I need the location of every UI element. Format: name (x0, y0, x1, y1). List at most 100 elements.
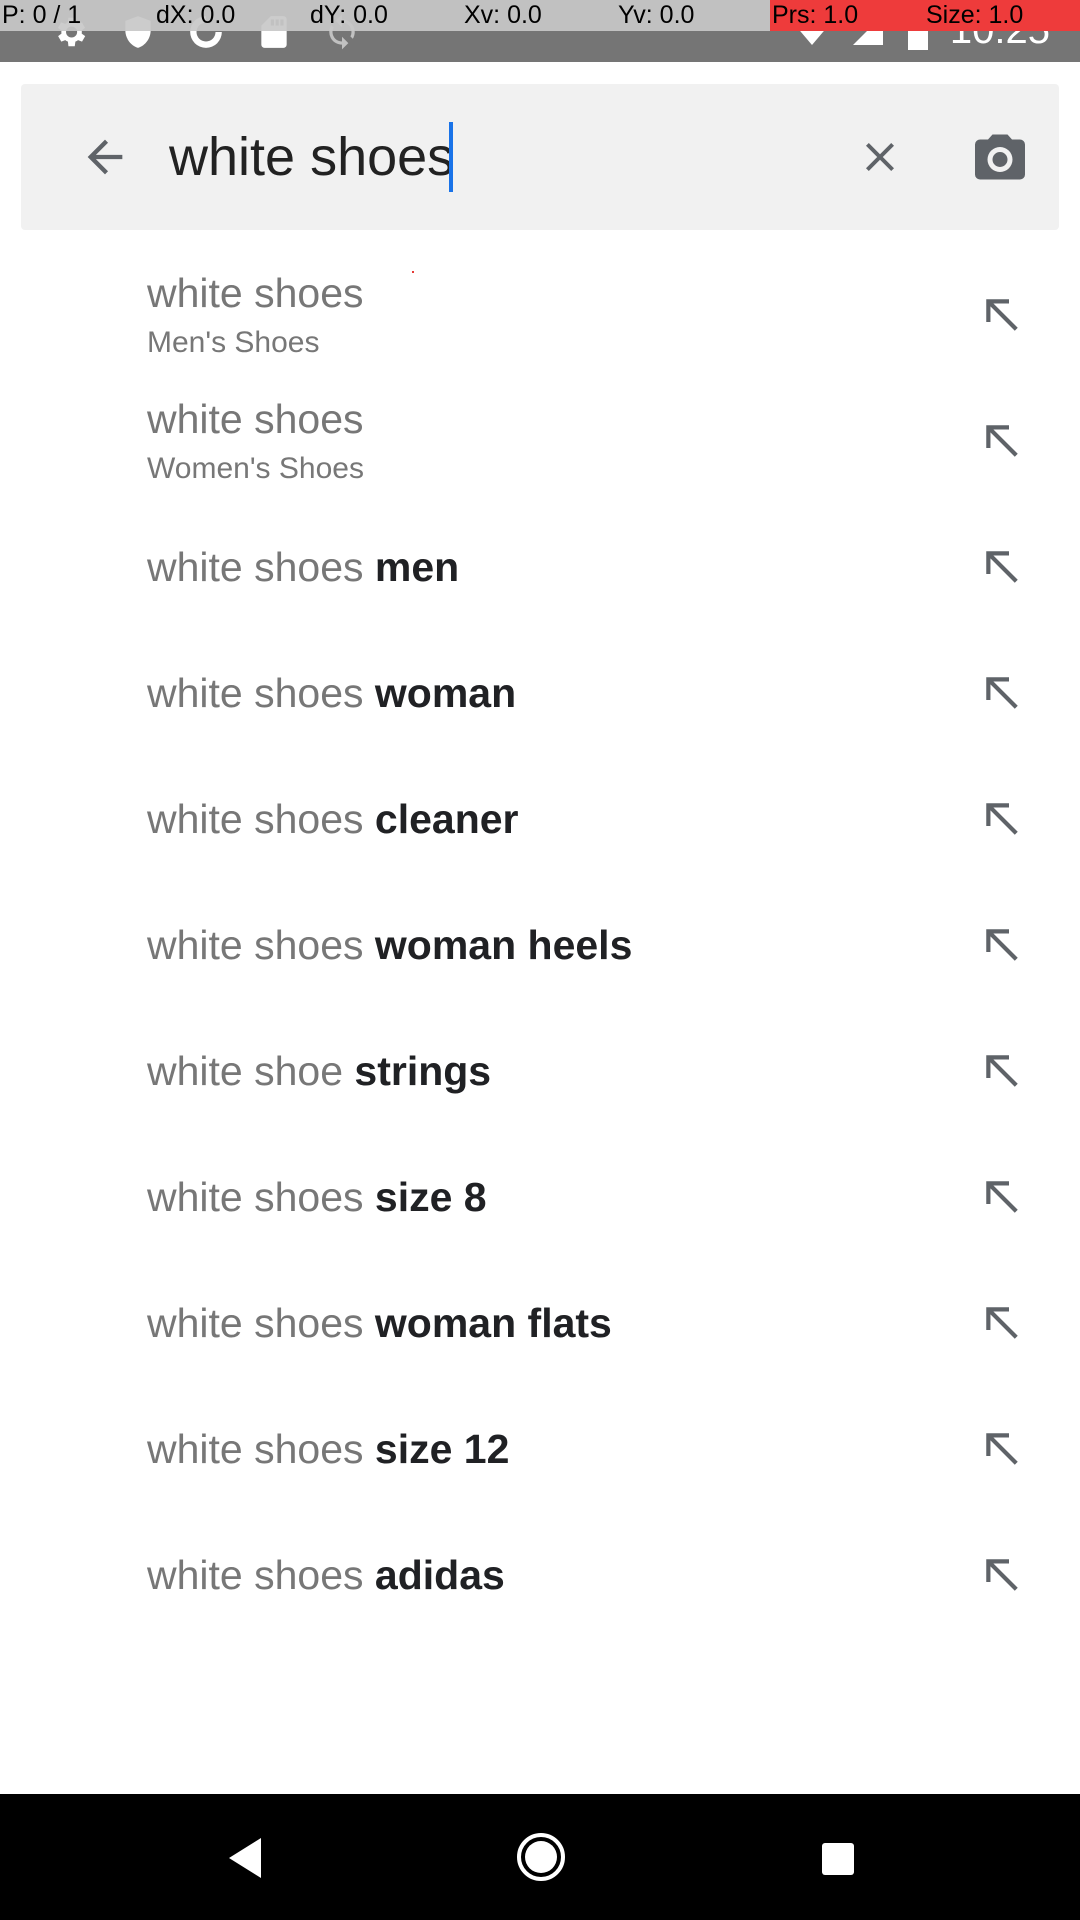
suggestion-primary-text: white shoes (147, 270, 364, 316)
text-cursor (449, 122, 453, 192)
suggestion-item[interactable]: white shoes woman (0, 630, 1080, 756)
suggestion-item[interactable]: white shoes Men's Shoes (0, 252, 1080, 378)
suggestion-item[interactable]: white shoes woman flats (0, 1260, 1080, 1386)
suggestion-query-part: white shoe (147, 1048, 355, 1094)
nav-back-icon (229, 1838, 261, 1878)
suggestion-text: white shoes cleaner (147, 756, 907, 882)
suggestion-completion-part: woman heels (374, 922, 633, 968)
fill-query-button[interactable] (972, 1041, 1032, 1101)
arrow-up-left-icon (986, 803, 1018, 835)
overlay-pressure: Prs: 1.0 (770, 0, 924, 31)
suggestion-query-part: white shoes (147, 1300, 375, 1346)
suggestion-primary-text: white shoes cleaner (147, 756, 519, 882)
suggestion-query-part: white shoes (147, 922, 375, 968)
suggestion-list: white shoes Men's Shoes white shoes Women's… (0, 252, 1080, 1638)
camera-icon (975, 134, 1025, 180)
fill-query-button[interactable] (972, 411, 1032, 471)
nav-home-button[interactable] (505, 1821, 577, 1893)
suggestion-completion-part: woman flats (374, 1300, 612, 1346)
suggestion-text: white shoes woman heels (147, 882, 907, 1008)
arrow-up-left-icon (986, 677, 1018, 709)
suggestion-item[interactable]: white shoes Women's Shoes (0, 378, 1080, 504)
suggestion-completion-part: adidas (374, 1552, 505, 1598)
close-icon (866, 143, 894, 171)
fill-query-button[interactable] (972, 1167, 1032, 1227)
suggestion-primary-text: white shoes woman heels (147, 882, 632, 1008)
back-button[interactable] (59, 124, 151, 190)
suggestion-category: Women's Shoes (147, 452, 364, 485)
suggestion-item[interactable]: white shoes adidas (0, 1512, 1080, 1638)
fill-query-button[interactable] (972, 789, 1032, 849)
fill-query-button[interactable] (972, 285, 1032, 345)
camera-button[interactable] (955, 120, 1045, 194)
suggestion-text: white shoes adidas (147, 1512, 907, 1638)
suggestion-primary-text: white shoes woman flats (147, 1260, 612, 1386)
suggestion-query-part: white shoes (147, 544, 375, 590)
overlay-dx: dX: 0.0 (154, 0, 308, 31)
suggestion-item[interactable]: white shoes size 8 (0, 1134, 1080, 1260)
arrow-back-icon (87, 139, 123, 175)
fill-query-button[interactable] (972, 1545, 1032, 1605)
suggestion-completion-part: men (374, 544, 460, 590)
nav-recents-icon (822, 1843, 854, 1875)
arrow-up-left-icon (986, 1055, 1018, 1087)
overlay-size: Size: 1.0 (924, 0, 1080, 31)
suggestion-text: white shoes woman flats (147, 1260, 907, 1386)
suggestion-query-part: white shoes (147, 1552, 375, 1598)
arrow-up-left-icon (986, 1559, 1018, 1591)
suggestion-text: white shoes Women's Shoes (147, 378, 907, 504)
suggestion-category: Men's Shoes (147, 326, 320, 359)
suggestion-item[interactable]: white shoes woman heels (0, 882, 1080, 1008)
suggestion-primary-text: white shoes (147, 396, 364, 442)
nav-home-icon (517, 1833, 565, 1881)
suggestion-completion-part: cleaner (374, 796, 519, 842)
overlay-xv: Xv: 0.0 (462, 0, 616, 31)
fill-query-button[interactable] (972, 537, 1032, 597)
fill-query-button[interactable] (972, 915, 1032, 975)
suggestion-item[interactable]: white shoes cleaner (0, 756, 1080, 882)
suggestion-completion-part: size 8 (374, 1174, 487, 1220)
suggestion-primary-text: white shoes men (147, 504, 459, 630)
suggestion-text: white shoes size 12 (147, 1386, 907, 1512)
overlay-pointer-count: P: 0 / 1 (0, 0, 154, 31)
suggestion-query-part: white shoes (147, 1174, 375, 1220)
suggestion-text: white shoes Men's Shoes (147, 252, 907, 378)
overlay-dy: dY: 0.0 (308, 0, 462, 31)
suggestion-text: white shoes woman (147, 630, 907, 756)
suggestion-primary-text: white shoes size 12 (147, 1386, 509, 1512)
pointer-location-overlay: P: 0 / 1 dX: 0.0 dY: 0.0 Xv: 0.0 Yv: 0.0… (0, 0, 1080, 31)
arrow-up-left-icon (986, 299, 1018, 331)
arrow-up-left-icon (986, 1433, 1018, 1465)
arrow-up-left-icon (986, 929, 1018, 961)
suggestion-text: white shoes size 8 (147, 1134, 907, 1260)
nav-back-button[interactable] (212, 1822, 278, 1894)
suggestion-query-part: white shoes (147, 670, 375, 716)
fill-query-button[interactable] (972, 1419, 1032, 1479)
suggestion-item[interactable]: white shoe strings (0, 1008, 1080, 1134)
suggestion-primary-text: white shoes adidas (147, 1512, 505, 1638)
suggestion-text: white shoe strings (147, 1008, 907, 1134)
suggestion-text: white shoes men (147, 504, 907, 630)
arrow-up-left-icon (986, 551, 1018, 583)
arrow-up-left-icon (986, 1181, 1018, 1213)
navigation-bar (0, 1794, 1080, 1920)
fill-query-button[interactable] (972, 1293, 1032, 1353)
search-input[interactable] (169, 120, 819, 194)
suggestion-item[interactable]: white shoes size 12 (0, 1386, 1080, 1512)
overlay-yv: Yv: 0.0 (616, 0, 770, 31)
suggestion-completion-part: size 12 (374, 1426, 510, 1472)
suggestion-primary-text: white shoes woman (147, 630, 516, 756)
arrow-up-left-icon (986, 1307, 1018, 1339)
suggestion-completion-part: strings (354, 1048, 492, 1094)
arrow-up-left-icon (986, 425, 1018, 457)
suggestion-item[interactable]: white shoes men (0, 504, 1080, 630)
suggestion-completion-part: woman (374, 670, 517, 716)
suggestion-primary-text: white shoes size 8 (147, 1134, 487, 1260)
clear-button[interactable] (835, 124, 925, 190)
search-bar (21, 84, 1059, 230)
suggestion-query-part: white shoes (147, 796, 375, 842)
nav-recents-button[interactable] (803, 1824, 873, 1894)
suggestion-query-part: white shoes (147, 1426, 375, 1472)
suggestion-primary-text: white shoe strings (147, 1008, 491, 1134)
fill-query-button[interactable] (972, 663, 1032, 723)
